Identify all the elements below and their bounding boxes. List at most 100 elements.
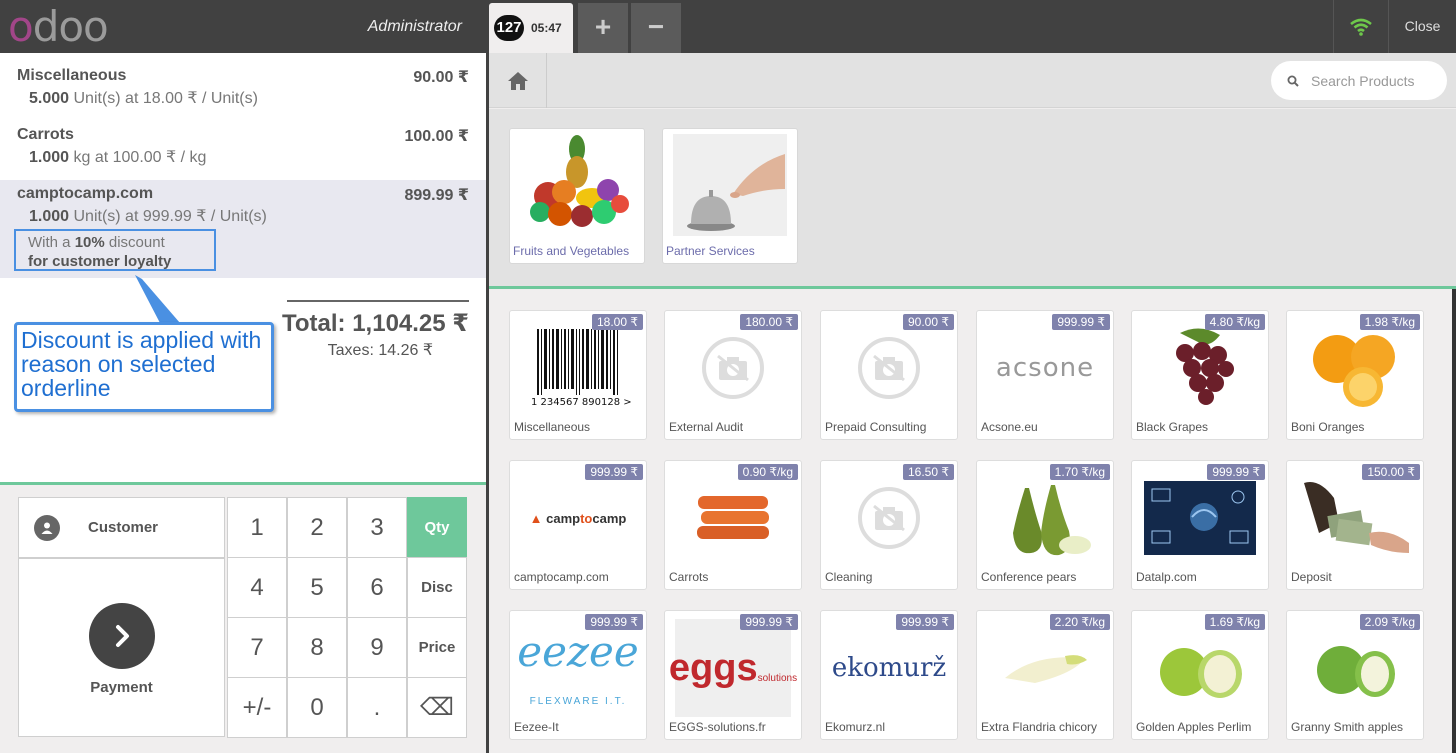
product-name: Conference pears <box>981 570 1077 584</box>
home-icon[interactable] <box>489 53 547 108</box>
oranges-image <box>1297 319 1413 417</box>
product-card[interactable]: 4.80 ₹/kg Black Grapes <box>1131 310 1269 440</box>
product-price: 0.90 ₹/kg <box>737 464 798 480</box>
mode-price-button[interactable]: Price <box>407 617 467 678</box>
product-screen: Search Products Fruits and Vegetables Pa… <box>489 53 1456 753</box>
product-price: 16.50 ₹ <box>903 464 954 480</box>
remove-order-button[interactable]: − <box>631 3 681 53</box>
orderline-unit-info: Unit(s) at 999.99 ₹ / Unit(s) <box>69 208 267 225</box>
product-price: 999.99 ₹ <box>1207 464 1265 480</box>
numpad-key-3[interactable]: 3 <box>347 497 407 558</box>
user-name[interactable]: Administrator <box>340 0 462 53</box>
discount-line: With a 10% discount <box>28 233 202 252</box>
product-name: Ekomurz.nl <box>825 720 886 734</box>
no-image-placeholder <box>831 319 947 417</box>
product-price: 999.99 ₹ <box>896 614 954 630</box>
backspace-icon[interactable]: ⌫ <box>407 677 467 738</box>
product-card[interactable]: 999.99 ₹ Datalp.com <box>1131 460 1269 590</box>
acsone-logo-text: acsone <box>995 353 1095 383</box>
order-taxes: Taxes: 14.26 ₹ <box>327 342 433 359</box>
logo-part: camp <box>546 510 581 526</box>
product-card[interactable]: ekomurž 999.99 ₹ Ekomurz.nl <box>820 610 958 740</box>
orderline[interactable]: Miscellaneous 90.00 ₹ 5.000 Unit(s) at 1… <box>0 67 486 123</box>
numpad-key-6[interactable]: 6 <box>347 557 407 618</box>
discount-note: With a 10% discount for customer loyalty <box>14 229 216 271</box>
add-order-button[interactable]: + <box>578 3 628 53</box>
product-name: Datalp.com <box>1136 570 1197 584</box>
discount-reason: for customer loyalty <box>28 253 172 270</box>
product-card[interactable]: 2.20 ₹/kg Extra Flandria chicory <box>976 610 1114 740</box>
product-price: 150.00 ₹ <box>1362 464 1420 480</box>
orderline-qty: 1.000 <box>29 149 70 166</box>
order-time: 05:47 <box>531 21 562 35</box>
product-name: Deposit <box>1291 570 1332 584</box>
product-card[interactable]: 1.98 ₹/kg Boni Oranges <box>1286 310 1424 440</box>
mode-disc-button[interactable]: Disc <box>407 557 467 618</box>
logo-part: camp <box>592 510 627 526</box>
numpad-key-5[interactable]: 5 <box>287 557 347 618</box>
barcode-text: 1 234567 890128 > <box>531 397 632 408</box>
numpad-key-0[interactable]: 0 <box>287 677 347 738</box>
close-button[interactable]: Close <box>1388 0 1456 53</box>
product-price: 18.00 ₹ <box>592 314 643 330</box>
product-card[interactable]: eezee FLEXWARE I.T. 999.99 ₹ Eezee-It <box>509 610 647 740</box>
product-card[interactable]: ▲ camptocamp 999.99 ₹ camptocamp.com <box>509 460 647 590</box>
search-input[interactable]: Search Products <box>1271 61 1447 100</box>
orderline-qty: 5.000 <box>29 90 70 107</box>
carrots-image <box>675 469 791 567</box>
product-price: 999.99 ₹ <box>585 464 643 480</box>
no-camera-icon <box>702 337 764 399</box>
product-card[interactable]: 1.70 ₹/kg Conference pears <box>976 460 1114 590</box>
product-card[interactable]: 0.90 ₹/kg Carrots <box>664 460 802 590</box>
breadcrumb-bar: Search Products <box>489 53 1456 108</box>
orderline-info: 1.000 kg at 100.00 ₹ / kg <box>29 147 469 167</box>
numpad-key-4[interactable]: 4 <box>227 557 287 618</box>
numpad-key-9[interactable]: 9 <box>347 617 407 678</box>
camptocamp-logo: ▲ camptocamp <box>520 469 636 567</box>
callout-arrow <box>135 275 180 323</box>
numpad-key-dot[interactable]: . <box>347 677 407 738</box>
product-name: Extra Flandria chicory <box>981 720 1098 734</box>
product-name: Prepaid Consulting <box>825 420 927 434</box>
product-price: 4.80 ₹/kg <box>1204 314 1265 330</box>
chevron-right-icon <box>89 603 155 669</box>
total-divider <box>287 300 469 302</box>
numpad-key-1[interactable]: 1 <box>227 497 287 558</box>
category-list: Fruits and Vegetables Partner Services <box>489 109 1456 286</box>
product-card[interactable]: acsone 999.99 ₹ Acsone.eu <box>976 310 1114 440</box>
orderline-price: 90.00 ₹ <box>413 69 469 86</box>
user-icon <box>34 514 60 541</box>
customer-button[interactable]: Customer <box>18 497 225 558</box>
numpad-key-7[interactable]: 7 <box>227 617 287 678</box>
action-pad: Customer Payment 1 2 3 Qty 4 5 6 Disc 7 … <box>0 482 486 753</box>
eggs-logo-sub: solutions <box>757 672 798 684</box>
product-card[interactable]: eggs solutions 999.99 ₹ EGGS-solutions.fr <box>664 610 802 740</box>
numpad-key-8[interactable]: 8 <box>287 617 347 678</box>
numpad-key-sign[interactable]: +/- <box>227 677 287 738</box>
mode-qty-button[interactable]: Qty <box>407 497 467 558</box>
payment-button[interactable]: Payment <box>18 558 225 737</box>
product-card[interactable]: 1.69 ₹/kg Golden Apples Perlim <box>1131 610 1269 740</box>
product-price: 2.20 ₹/kg <box>1049 614 1110 630</box>
product-scrollbar[interactable] <box>1452 289 1456 753</box>
numpad-key-2[interactable]: 2 <box>287 497 347 558</box>
no-image-placeholder <box>831 469 947 567</box>
customer-label: Customer <box>88 519 159 536</box>
product-card[interactable]: 16.50 ₹ Cleaning <box>820 460 958 590</box>
wifi-icon[interactable] <box>1333 0 1388 53</box>
category-label: Partner Services <box>666 244 755 258</box>
golden-apples-image <box>1142 619 1258 717</box>
category-fruits-vegetables[interactable]: Fruits and Vegetables <box>509 128 645 264</box>
granny-smith-image <box>1297 619 1413 717</box>
eezee-logo-text: eezee <box>517 626 639 676</box>
product-card[interactable]: 90.00 ₹ Prepaid Consulting <box>820 310 958 440</box>
product-card[interactable]: 180.00 ₹ External Audit <box>664 310 802 440</box>
category-partner-services[interactable]: Partner Services <box>662 128 798 264</box>
product-price: 180.00 ₹ <box>740 314 798 330</box>
search-placeholder: Search Products <box>1311 72 1415 89</box>
product-card[interactable]: 2.09 ₹/kg Granny Smith apples <box>1286 610 1424 740</box>
orderline[interactable]: Carrots 100.00 ₹ 1.000 kg at 100.00 ₹ / … <box>0 126 486 182</box>
product-card[interactable]: 150.00 ₹ Deposit <box>1286 460 1424 590</box>
order-tab[interactable]: 127 05:47 <box>489 3 573 53</box>
product-card[interactable]: 1 234567 890128 > 18.00 ₹ Miscellaneous <box>509 310 647 440</box>
